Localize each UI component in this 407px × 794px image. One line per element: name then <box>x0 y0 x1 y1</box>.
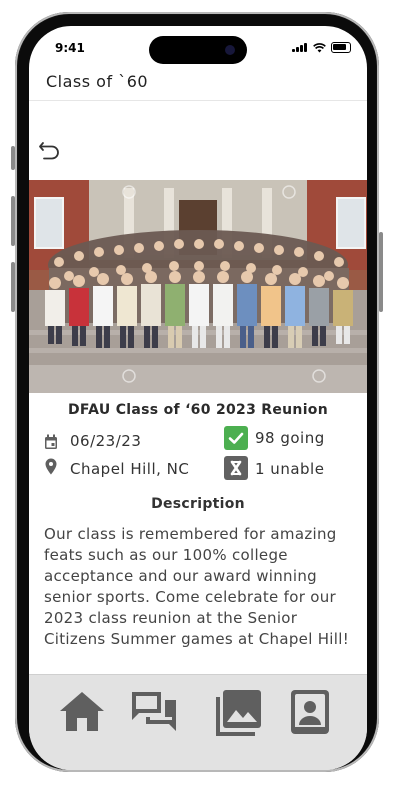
event-title: DFAU Class of ‘60 2023 Reunion <box>68 402 328 418</box>
location-pin-icon <box>45 458 57 475</box>
bottom-tab-bar <box>29 674 367 770</box>
status-time: 9:41 <box>55 41 85 55</box>
going-count: 98 going <box>255 429 325 447</box>
going-check-icon[interactable] <box>224 426 248 450</box>
page-title: Class of `60 <box>46 72 149 91</box>
volume-up-button <box>11 196 15 246</box>
silent-switch <box>11 146 15 170</box>
volume-down-button <box>11 262 15 312</box>
chat-icon[interactable] <box>129 687 179 737</box>
dynamic-island <box>149 36 247 64</box>
description-heading: Description <box>151 496 245 512</box>
contact-book-icon[interactable] <box>285 687 335 737</box>
home-icon[interactable] <box>57 687 107 737</box>
back-icon[interactable] <box>37 138 63 164</box>
event-location: Chapel Hill, NC <box>70 460 190 478</box>
unable-x-icon[interactable] <box>224 456 248 480</box>
app-screen: 9:41 Class of `60 DFAU Class of ‘60 2023… <box>29 26 367 770</box>
app-header: Class of `60 <box>29 66 367 101</box>
event-date: 06/23/23 <box>70 432 142 450</box>
status-icons <box>292 42 351 53</box>
power-button <box>379 232 383 312</box>
signal-icon <box>292 43 308 52</box>
description-text: Our class is remembered for amazing feat… <box>44 525 350 648</box>
gallery-icon[interactable] <box>215 687 265 737</box>
battery-icon <box>331 42 351 53</box>
unable-count: 1 unable <box>255 460 325 478</box>
reunion-group-photo <box>29 180 367 393</box>
wifi-icon <box>313 42 326 52</box>
calendar-icon <box>45 434 57 449</box>
